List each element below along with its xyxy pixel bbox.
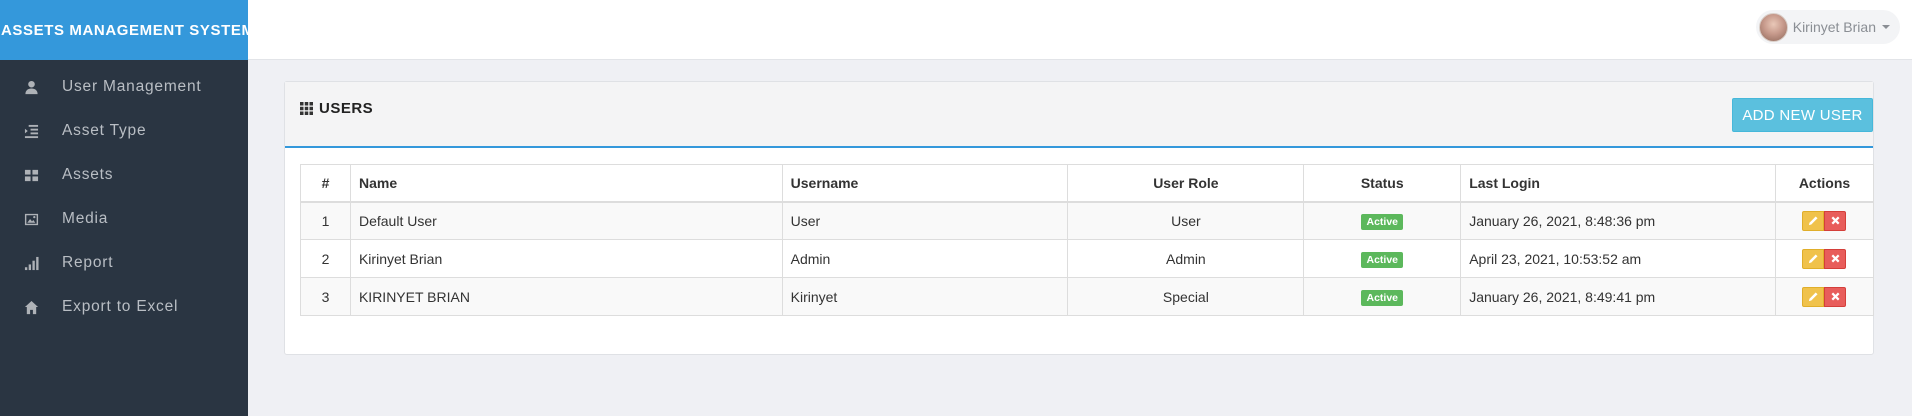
- sidebar-item-label: Assets: [62, 166, 114, 183]
- status-badge: Active: [1361, 213, 1403, 230]
- home-icon: [0, 300, 62, 315]
- table-row: 1 Default User User User Active January …: [300, 201, 1875, 240]
- sidebar-item-label: Report: [62, 254, 114, 271]
- avatar: [1758, 12, 1788, 42]
- cell-status: Active: [1303, 239, 1462, 278]
- sidebar-item-user-management[interactable]: User Management: [0, 65, 248, 109]
- cell-last-login: January 26, 2021, 8:48:36 pm: [1460, 201, 1776, 240]
- cell-username: Admin: [781, 239, 1069, 278]
- cell-number: 2: [300, 239, 351, 278]
- sidebar-item-label: Asset Type: [62, 122, 147, 139]
- status-badge: Active: [1361, 289, 1403, 306]
- pencil-icon: [1808, 216, 1818, 226]
- cell-last-login: April 23, 2021, 10:53:52 am: [1460, 239, 1776, 278]
- cell-actions: [1774, 239, 1875, 278]
- top-bar: Kirinyet Brian: [248, 0, 1912, 60]
- status-badge: Active: [1361, 251, 1403, 268]
- cell-number: 1: [300, 201, 351, 240]
- sidebar-item-label: Export to Excel: [62, 298, 179, 315]
- sidebar-item-asset-type[interactable]: Asset Type: [0, 109, 248, 153]
- panel-header: USERS ADD NEW USER: [285, 82, 1873, 148]
- cell-role: Admin: [1067, 239, 1305, 278]
- cell-status: Active: [1303, 201, 1462, 240]
- image-icon: [0, 212, 62, 227]
- cell-name: Kirinyet Brian: [349, 239, 783, 278]
- table-header-row: # Name Username User Role Status Last Lo…: [300, 164, 1875, 203]
- sidebar-item-report[interactable]: Report: [0, 241, 248, 285]
- close-icon: [1831, 292, 1840, 301]
- column-header: User Role: [1067, 164, 1305, 203]
- column-header: Name: [349, 164, 783, 203]
- users-panel: USERS ADD NEW USER # Name Username User …: [284, 81, 1875, 355]
- panel-title-text: USERS: [319, 100, 374, 117]
- indent-icon: [0, 124, 62, 139]
- pencil-icon: [1808, 292, 1818, 302]
- sidebar-item-media[interactable]: Media: [0, 197, 248, 241]
- user-name: Kirinyet Brian: [1792, 19, 1876, 35]
- sidebar-item-export-to-excel[interactable]: Export to Excel: [0, 285, 248, 329]
- user-icon: [0, 80, 62, 95]
- user-menu[interactable]: Kirinyet Brian: [1755, 10, 1900, 44]
- table-row: 3 KIRINYET BRIAN Kirinyet Special Active…: [300, 277, 1875, 316]
- cell-role: User: [1067, 201, 1305, 240]
- caret-down-icon: [1882, 25, 1890, 29]
- cell-name: KIRINYET BRIAN: [349, 277, 783, 316]
- edit-button[interactable]: [1802, 210, 1825, 231]
- cell-last-login: January 26, 2021, 8:49:41 pm: [1460, 277, 1776, 316]
- column-header: Last Login: [1460, 164, 1776, 203]
- cell-status: Active: [1303, 277, 1462, 316]
- column-header: Actions: [1774, 164, 1875, 203]
- users-table: # Name Username User Role Status Last Lo…: [300, 164, 1875, 316]
- close-icon: [1831, 216, 1840, 225]
- table-row: 2 Kirinyet Brian Admin Admin Active Apri…: [300, 239, 1875, 278]
- cell-role: Special: [1067, 277, 1305, 316]
- delete-button[interactable]: [1824, 210, 1847, 231]
- th-icon: [300, 102, 313, 115]
- sidebar-item-assets[interactable]: Assets: [0, 153, 248, 197]
- grid-icon: [0, 168, 62, 183]
- app-title: ASSETS MANAGEMENT SYSTEM: [0, 0, 248, 60]
- panel-title: USERS: [300, 100, 373, 117]
- delete-button[interactable]: [1824, 248, 1847, 269]
- sidebar-item-label: User Management: [62, 78, 202, 95]
- cell-username: User: [781, 201, 1069, 240]
- sidebar-nav: User Management Asset Type Assets Media …: [0, 60, 248, 329]
- sidebar-item-label: Media: [62, 210, 109, 227]
- pencil-icon: [1808, 254, 1818, 264]
- cell-number: 3: [300, 277, 351, 316]
- cell-actions: [1774, 277, 1875, 316]
- column-header: Status: [1303, 164, 1462, 203]
- signal-icon: [0, 256, 62, 271]
- cell-actions: [1774, 201, 1875, 240]
- edit-button[interactable]: [1802, 286, 1825, 307]
- column-header: Username: [781, 164, 1069, 203]
- sidebar: ASSETS MANAGEMENT SYSTEM User Management…: [0, 0, 248, 416]
- cell-username: Kirinyet: [781, 277, 1069, 316]
- edit-button[interactable]: [1802, 248, 1825, 269]
- close-icon: [1831, 254, 1840, 263]
- column-header: #: [300, 164, 351, 203]
- add-new-user-button[interactable]: ADD NEW USER: [1732, 98, 1873, 132]
- cell-name: Default User: [349, 201, 783, 240]
- delete-button[interactable]: [1824, 286, 1847, 307]
